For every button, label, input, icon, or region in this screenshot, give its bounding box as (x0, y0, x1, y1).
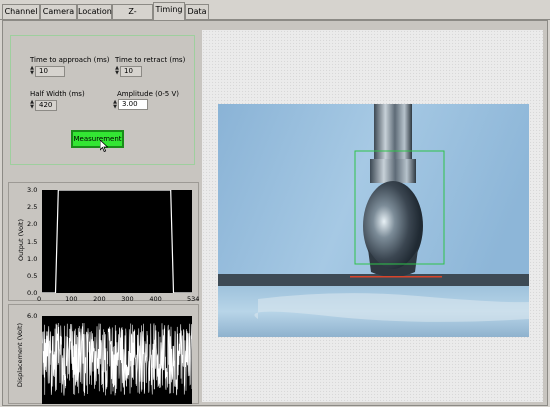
output-series-line (42, 190, 192, 293)
tab-bar: Channel Camera Location Z-Position Timin… (0, 0, 550, 30)
approach-label: Time to approach (ms) (30, 56, 110, 64)
camera-image (218, 104, 529, 337)
tab-channel[interactable]: Channel (2, 4, 40, 19)
output-y-tick: 0.0 (27, 289, 38, 297)
output-x-tick: 534 (187, 295, 200, 303)
output-x-tick: 400 (149, 295, 162, 303)
output-x-tick: 300 (121, 295, 134, 303)
output-x-tick: 100 (65, 295, 78, 303)
approach-spinner[interactable]: ▲ ▼ (30, 66, 34, 77)
displacement-y-tick: 6.0 (27, 312, 38, 320)
amplitude-spinner[interactable]: ▲ ▼ (113, 100, 117, 111)
tab-timing[interactable]: Timing (153, 2, 185, 20)
amplitude-input[interactable]: 3.00 (118, 99, 148, 110)
output-x-tick: 200 (93, 295, 106, 303)
mouse-cursor-icon (100, 140, 108, 152)
amplitude-label: Amplitude (0-5 V) (117, 90, 180, 98)
tab-camera[interactable]: Camera (40, 4, 77, 19)
output-y-tick: 1.5 (27, 237, 38, 246)
retract-label: Time to retract (ms) (115, 56, 186, 64)
displacement-y-axis-label: Displacement (Volt) (16, 322, 24, 388)
output-y-tick: 2.0 (27, 220, 38, 229)
output-x-tick: 0 (37, 295, 42, 303)
output-y-tick: 0.5 (27, 271, 38, 280)
output-y-tick: 3.0 (27, 186, 38, 194)
tab-location[interactable]: Location (77, 4, 112, 19)
halfwidth-label: Half Width (ms) (30, 90, 85, 98)
displacement-series-line (42, 322, 192, 396)
halfwidth-spinner[interactable]: ▲ ▼ (30, 100, 34, 111)
tab-data[interactable]: Data (185, 4, 209, 19)
retract-input[interactable]: 10 (120, 66, 142, 77)
output-y-axis-label: Output (Volt) (17, 219, 25, 261)
measurement-button[interactable]: Measurement (71, 130, 124, 148)
tab-z-position[interactable]: Z-Position (112, 4, 153, 30)
retract-spinner[interactable]: ▲ ▼ (115, 66, 119, 77)
output-y-tick: 2.5 (27, 203, 38, 212)
output-y-tick: 1.0 (27, 254, 38, 263)
displacement-plot (42, 316, 192, 404)
halfwidth-input[interactable]: 420 (35, 100, 57, 111)
approach-input[interactable]: 10 (35, 66, 65, 77)
output-plot (42, 190, 192, 293)
